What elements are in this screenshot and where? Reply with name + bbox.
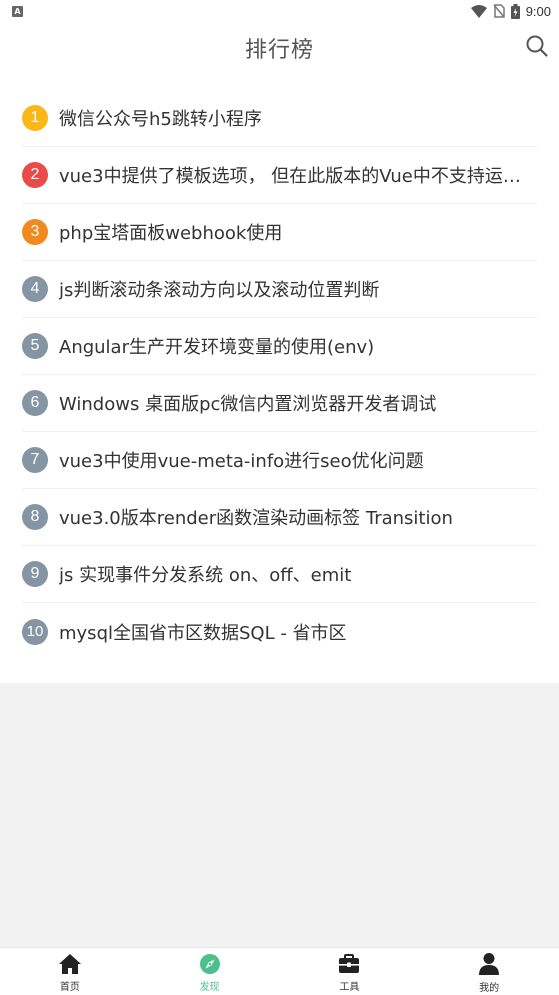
bottom-tab-bar: 首页 发现 工具 我的 bbox=[0, 947, 559, 995]
user-icon bbox=[479, 952, 500, 975]
wifi-icon bbox=[470, 4, 487, 18]
ranking-item-title: vue3中使用vue-meta-info进行seo优化问题 bbox=[59, 451, 424, 472]
rank-badge: 5 bbox=[22, 333, 48, 359]
tab-home-label: 首页 bbox=[59, 981, 80, 993]
compass-icon bbox=[199, 953, 220, 974]
rank-badge: 3 bbox=[22, 219, 48, 245]
page-title: 排行榜 bbox=[244, 38, 314, 63]
ranking-item[interactable]: 2 vue3中提供了模板选项， 但在此版本的Vue中不支持运行时编译器 bbox=[22, 147, 537, 204]
no-sim-icon bbox=[493, 4, 505, 18]
status-bar: A 9:00 bbox=[0, 0, 559, 22]
rank-badge: 6 bbox=[22, 390, 48, 416]
ranking-item[interactable]: 8 vue3.0版本render函数渲染动画标签 Transition bbox=[22, 489, 537, 546]
rank-badge: 4 bbox=[22, 276, 48, 302]
ranking-list: 1 微信公众号h5跳转小程序 2 vue3中提供了模板选项， 但在此版本的Vue… bbox=[0, 74, 559, 683]
tab-discover[interactable]: 发现 bbox=[140, 948, 280, 995]
tab-home[interactable]: 首页 bbox=[0, 948, 140, 995]
notification-a-icon: A bbox=[12, 5, 23, 17]
ranking-item-title: vue3中提供了模板选项， 但在此版本的Vue中不支持运行时编译器 bbox=[59, 166, 537, 187]
rank-badge: 9 bbox=[22, 561, 48, 587]
ranking-item[interactable]: 10 mysql全国省市区数据SQL - 省市区 bbox=[22, 603, 537, 660]
ranking-item[interactable]: 6 Windows 桌面版pc微信内置浏览器开发者调试 bbox=[22, 375, 537, 432]
ranking-item-title: vue3.0版本render函数渲染动画标签 Transition bbox=[59, 508, 453, 529]
tab-discover-label: 发现 bbox=[199, 981, 220, 993]
ranking-item[interactable]: 1 微信公众号h5跳转小程序 bbox=[22, 90, 537, 147]
ranking-item[interactable]: 9 js 实现事件分发系统 on、off、emit bbox=[22, 546, 537, 603]
tab-mine-label: 我的 bbox=[479, 982, 500, 994]
ranking-item-title: Windows 桌面版pc微信内置浏览器开发者调试 bbox=[59, 394, 437, 415]
rank-badge: 2 bbox=[22, 162, 48, 188]
battery-icon bbox=[510, 3, 520, 19]
ranking-item[interactable]: 7 vue3中使用vue-meta-info进行seo优化问题 bbox=[22, 432, 537, 489]
toolbox-icon bbox=[339, 953, 360, 973]
ranking-item[interactable]: 4 js判断滚动条滚动方向以及滚动位置判断 bbox=[22, 261, 537, 318]
rank-badge: 7 bbox=[22, 447, 48, 473]
ranking-item-title: js判断滚动条滚动方向以及滚动位置判断 bbox=[59, 280, 380, 301]
ranking-item-title: 微信公众号h5跳转小程序 bbox=[59, 109, 262, 130]
ranking-item-title: Angular生产开发环境变量的使用(env) bbox=[59, 337, 375, 358]
ranking-item-title: mysql全国省市区数据SQL - 省市区 bbox=[59, 622, 347, 644]
ranking-item[interactable]: 3 php宝塔面板webhook使用 bbox=[22, 204, 537, 261]
tab-mine[interactable]: 我的 bbox=[419, 948, 559, 995]
ranking-item-title: php宝塔面板webhook使用 bbox=[59, 223, 283, 244]
rank-badge: 1 bbox=[22, 105, 48, 131]
home-icon bbox=[58, 953, 81, 974]
header: 排行榜 bbox=[0, 22, 559, 74]
search-icon bbox=[526, 35, 548, 57]
ranking-item[interactable]: 5 Angular生产开发环境变量的使用(env) bbox=[22, 318, 537, 375]
rank-badge: 8 bbox=[22, 504, 48, 530]
tab-tools[interactable]: 工具 bbox=[280, 948, 420, 995]
search-button[interactable] bbox=[525, 34, 549, 58]
tab-tools-label: 工具 bbox=[339, 981, 360, 993]
rank-badge: 10 bbox=[22, 618, 48, 645]
ranking-item-title: js 实现事件分发系统 on、off、emit bbox=[59, 565, 352, 586]
status-time: 9:00 bbox=[525, 3, 551, 19]
